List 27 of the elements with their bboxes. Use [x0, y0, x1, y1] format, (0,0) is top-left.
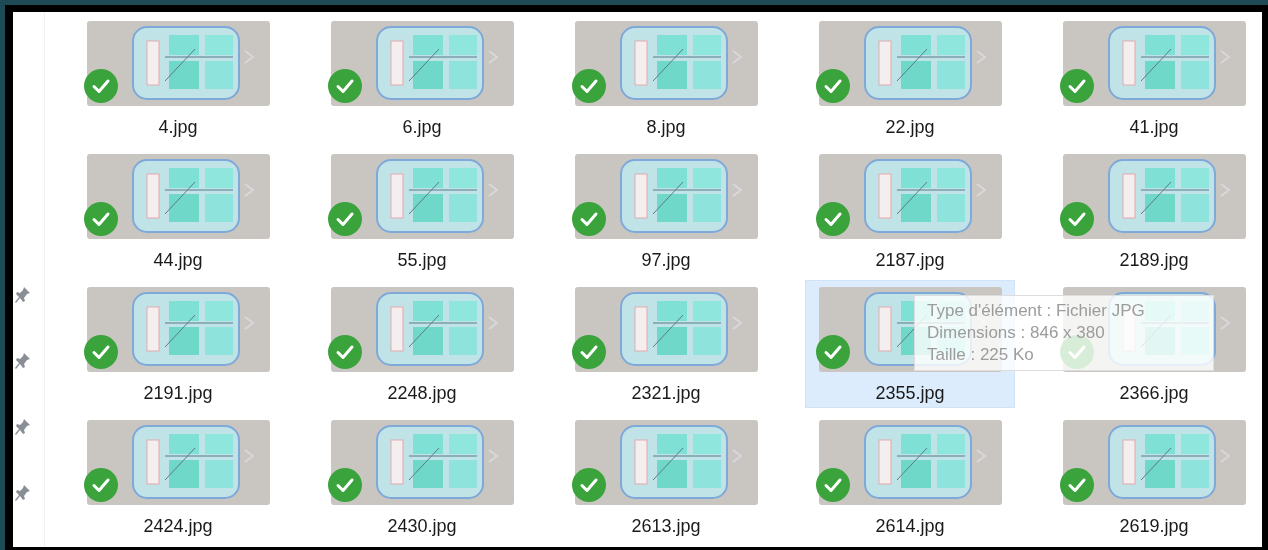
file-name[interactable]: 2430.jpg: [387, 516, 457, 537]
file-name[interactable]: 4.jpg: [158, 117, 198, 138]
file-name[interactable]: 2248.jpg: [387, 383, 457, 404]
file-name[interactable]: 44.jpg: [153, 250, 203, 271]
pin-icon[interactable]: [15, 484, 31, 502]
file-name[interactable]: 2191.jpg: [143, 383, 213, 404]
file-name[interactable]: 2619.jpg: [1119, 516, 1189, 537]
tooltip-text: Taille : 225 Ko: [927, 345, 1035, 365]
file-name[interactable]: 22.jpg: [885, 117, 935, 138]
tooltip-text: Dimensions : 846 x 380: [927, 323, 1106, 343]
pin-icon[interactable]: [15, 352, 31, 370]
file-name[interactable]: 2613.jpg: [631, 516, 701, 537]
file-name[interactable]: 2187.jpg: [875, 250, 945, 271]
file-name[interactable]: 41.jpg: [1129, 117, 1179, 138]
file-name[interactable]: 55.jpg: [397, 250, 447, 271]
tooltip-text: Type d'élément : Fichier JPG: [927, 301, 1146, 321]
file-name[interactable]: 2366.jpg: [1119, 383, 1189, 404]
pin-icon[interactable]: [15, 286, 31, 304]
file-name[interactable]: 6.jpg: [402, 117, 442, 138]
file-name[interactable]: 2614.jpg: [875, 516, 945, 537]
file-name[interactable]: 2424.jpg: [143, 516, 213, 537]
file-name[interactable]: 2355.jpg: [875, 383, 945, 404]
file-name[interactable]: 2189.jpg: [1119, 250, 1189, 271]
file-name[interactable]: 97.jpg: [641, 250, 691, 271]
file-name[interactable]: 2321.jpg: [631, 383, 701, 404]
file-name[interactable]: 8.jpg: [646, 117, 686, 138]
pin-icon[interactable]: [15, 418, 31, 436]
